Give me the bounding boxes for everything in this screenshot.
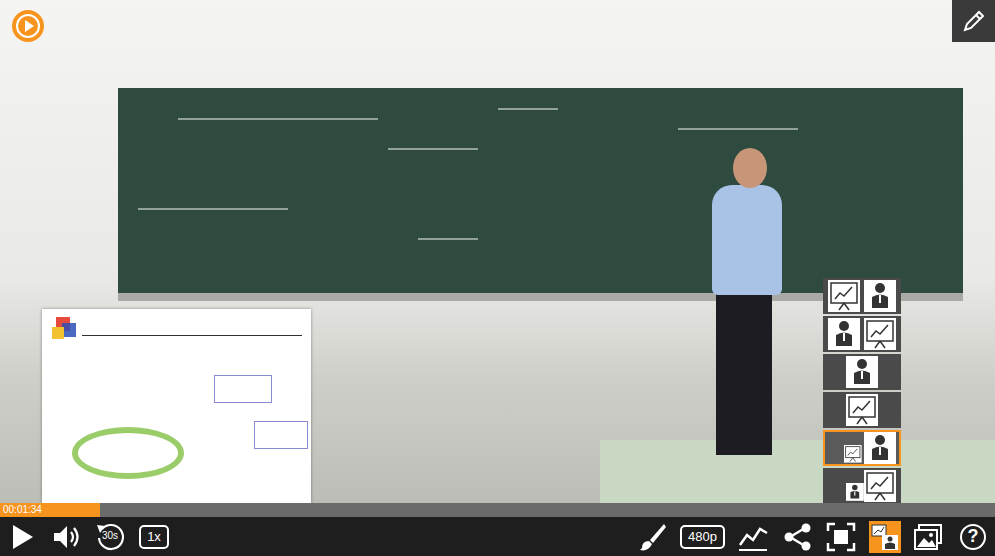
slide-preview[interactable] — [42, 309, 311, 503]
chalk-line — [418, 238, 478, 240]
brush-button[interactable] — [636, 521, 668, 553]
slide-shape — [214, 375, 272, 403]
play-icon — [6, 521, 38, 553]
share-button[interactable] — [781, 521, 813, 553]
chalk-line — [498, 108, 558, 110]
quality-label: 480p — [680, 525, 725, 549]
layout-slides-icon — [826, 393, 898, 427]
image-button[interactable] — [913, 521, 945, 553]
share-icon — [781, 521, 813, 553]
speed-label: 1x — [139, 525, 169, 549]
progress-bar[interactable]: 00:01:34 — [0, 503, 995, 517]
layout-slides-presenter-icon — [826, 279, 898, 313]
stats-button[interactable] — [737, 521, 769, 553]
presenter-body — [712, 185, 782, 295]
presenter-legs — [716, 290, 772, 455]
annotate-button[interactable] — [952, 0, 995, 42]
video-frame[interactable] — [0, 0, 995, 503]
control-bar: 30s 1x 480p? — [0, 517, 995, 556]
chalkboard — [118, 88, 963, 301]
layout-presenter-slides-icon — [826, 317, 898, 351]
chalk-line — [678, 128, 798, 130]
slide-shape — [72, 427, 184, 479]
layout-option[interactable] — [823, 468, 901, 503]
layout-option[interactable] — [823, 316, 901, 352]
chalk-line — [388, 148, 478, 150]
replay-seconds: 30s — [94, 530, 126, 542]
help-label: ? — [960, 524, 986, 550]
layout-option[interactable] — [823, 278, 901, 314]
stats-icon — [737, 521, 769, 553]
image-icon — [913, 521, 945, 553]
fullscreen-button[interactable] — [825, 521, 857, 553]
slide-shape — [254, 421, 308, 449]
layout-menu — [823, 278, 901, 503]
left-controls: 30s 1x — [6, 521, 170, 553]
desk — [600, 440, 995, 503]
chalk-line — [178, 118, 378, 120]
layout-presenter-icon — [826, 355, 898, 389]
layout-option[interactable] — [823, 430, 901, 466]
slide-shape — [62, 323, 76, 337]
volume-button[interactable] — [50, 521, 82, 553]
replay-button[interactable]: 30s — [94, 521, 126, 553]
chalk-line — [138, 208, 288, 210]
help-button[interactable]: ? — [957, 521, 989, 553]
layout-option[interactable] — [823, 392, 901, 428]
layout-option[interactable] — [823, 354, 901, 390]
layout-icon — [869, 521, 901, 553]
right-controls: 480p? — [636, 521, 989, 553]
fullscreen-icon — [825, 521, 857, 553]
presenter-head — [733, 148, 767, 188]
layout-button[interactable] — [869, 521, 901, 553]
layout-pip-slides-icon — [826, 431, 898, 465]
volume-icon — [50, 521, 82, 553]
brush-icon — [636, 521, 668, 553]
slide-shape — [82, 335, 302, 336]
layout-pip-presenter-icon — [826, 469, 898, 503]
current-time: 00:01:34 — [3, 504, 42, 516]
pencil-icon — [961, 8, 987, 34]
play-button[interactable] — [6, 521, 38, 553]
slide-shape — [52, 327, 64, 339]
quality-button[interactable]: 480p — [680, 521, 725, 553]
speed-button[interactable]: 1x — [138, 521, 170, 553]
play-badge-icon[interactable] — [11, 9, 45, 43]
